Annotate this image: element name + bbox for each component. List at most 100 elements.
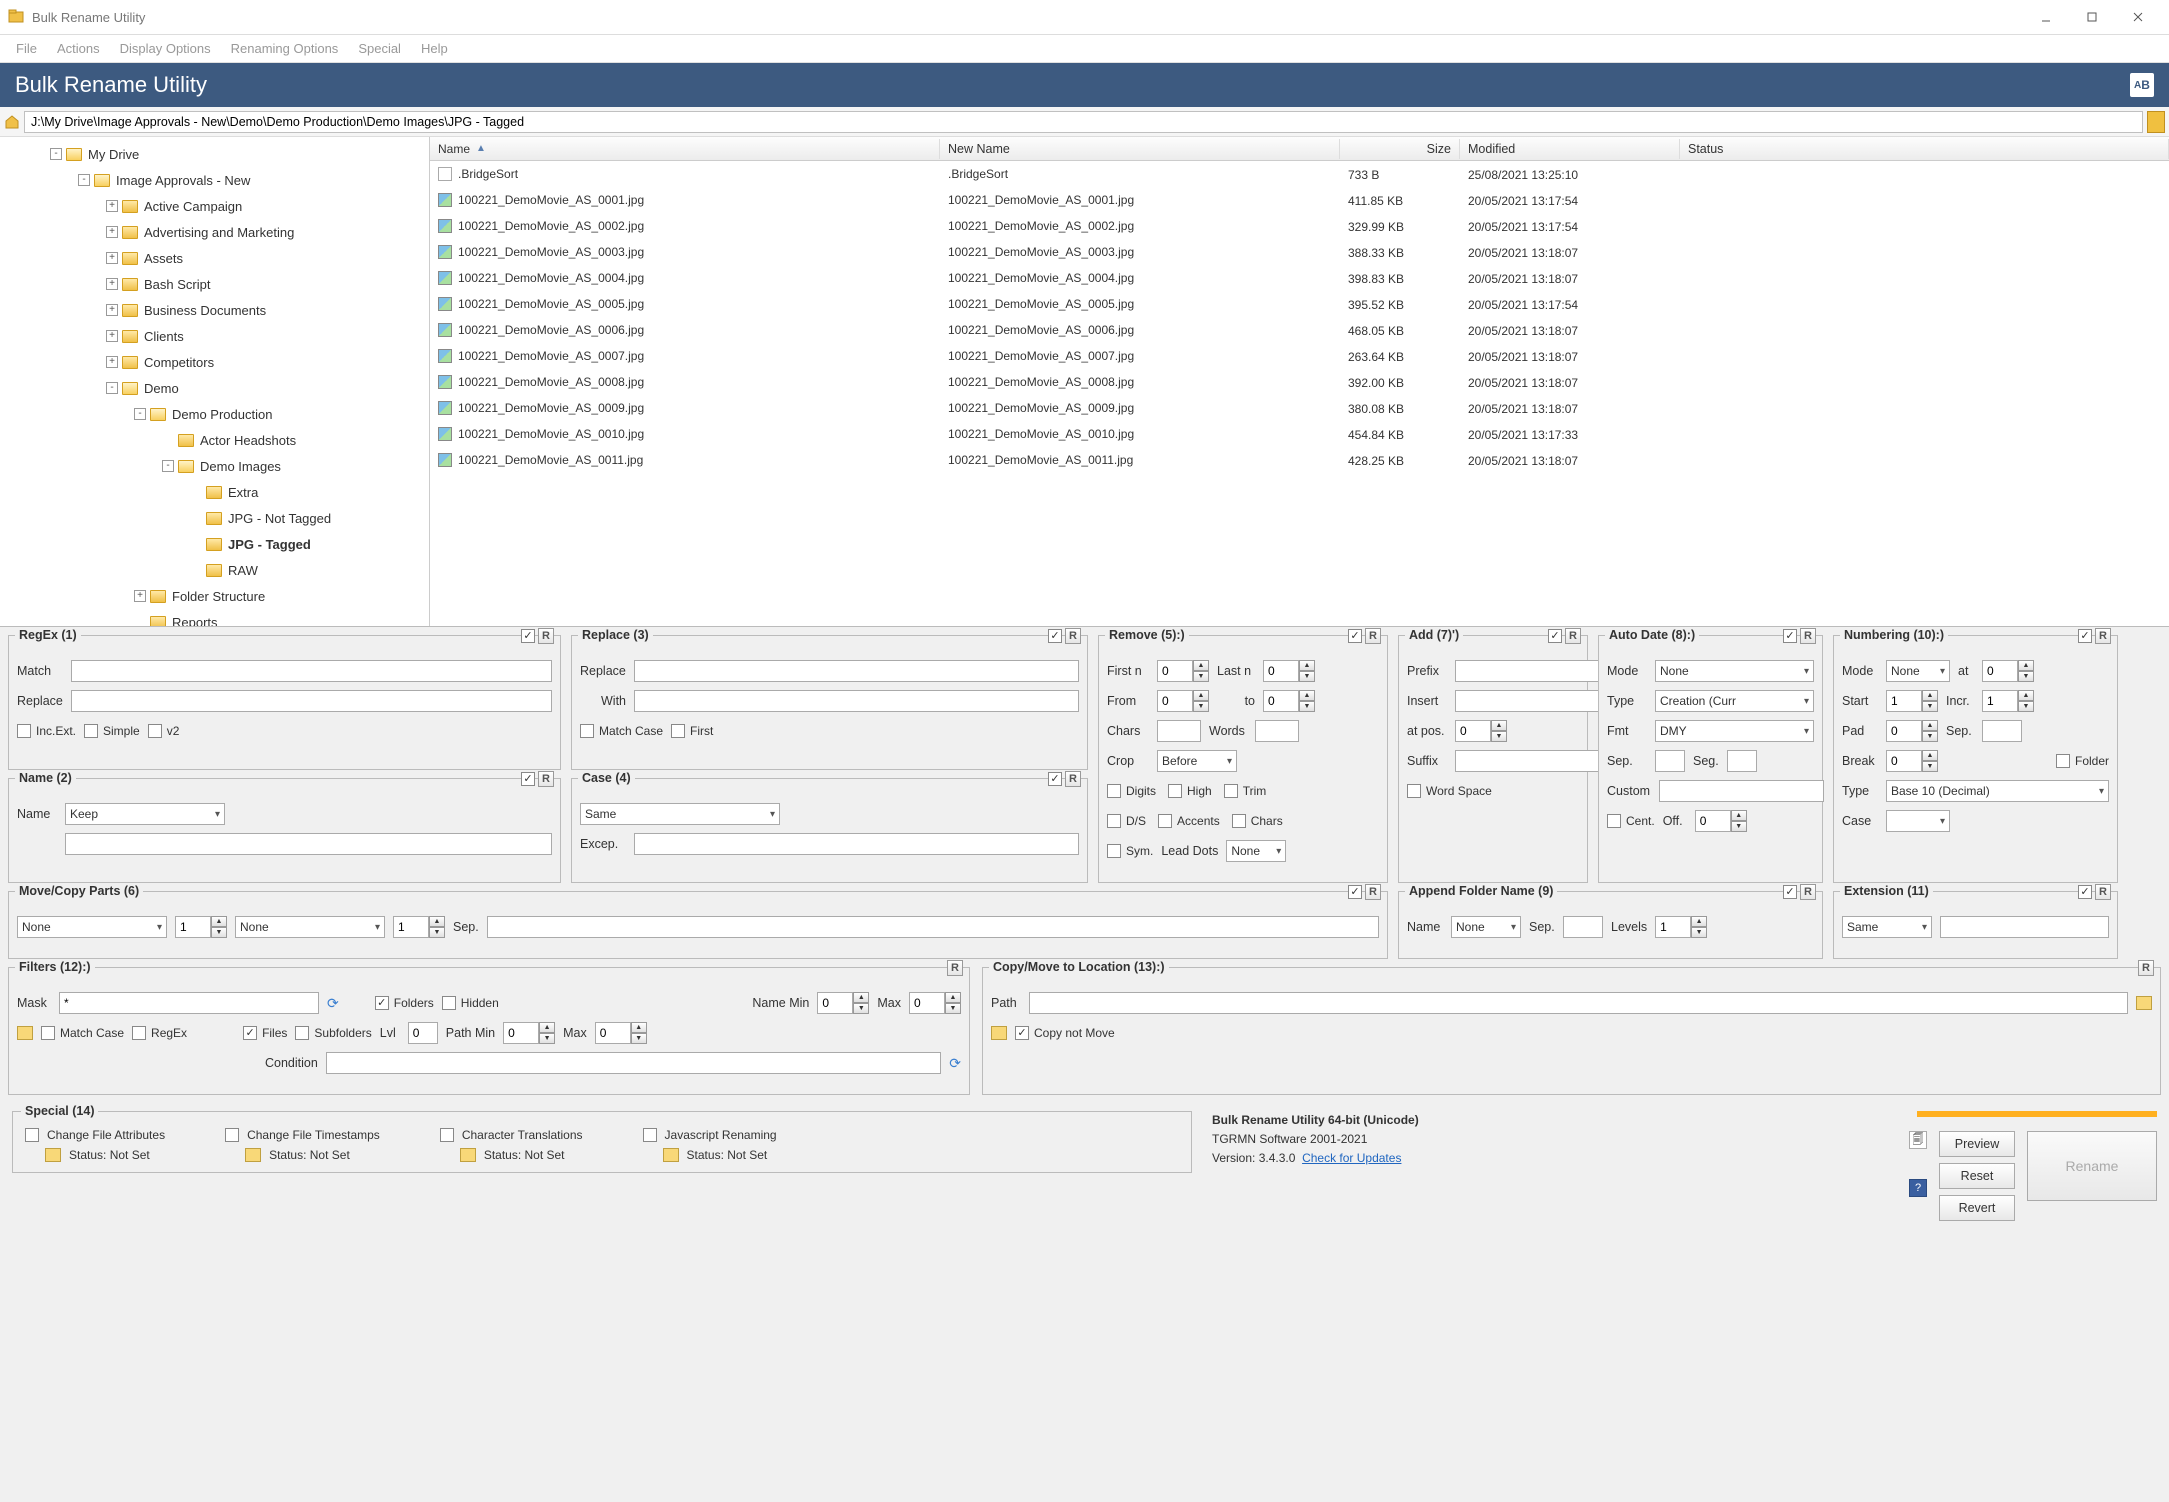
- numbering-reset-button[interactable]: R: [2095, 628, 2111, 644]
- tree-item[interactable]: +Active Campaign: [0, 193, 429, 219]
- help-icon[interactable]: ?: [1909, 1179, 1927, 1197]
- numbering-type-select[interactable]: Base 10 (Decimal): [1886, 780, 2109, 802]
- file-row[interactable]: 100221_DemoMovie_AS_0003.jpg100221_DemoM…: [430, 239, 2169, 265]
- tree-item[interactable]: JPG - Not Tagged: [0, 505, 429, 531]
- case-reset-button[interactable]: R: [1065, 771, 1081, 787]
- ext-mode-select[interactable]: Same: [1842, 916, 1932, 938]
- tree-toggle-icon[interactable]: +: [106, 278, 118, 290]
- name-enable-check[interactable]: [521, 772, 535, 786]
- add-prefix-input[interactable]: [1455, 660, 1620, 682]
- special-check[interactable]: [643, 1128, 657, 1142]
- numbering-case-select[interactable]: [1886, 810, 1950, 832]
- tree-toggle-icon[interactable]: -: [134, 408, 146, 420]
- file-row[interactable]: 100221_DemoMovie_AS_0009.jpg100221_DemoM…: [430, 395, 2169, 421]
- remove-firstn-input[interactable]: [1157, 660, 1193, 682]
- numbering-mode-select[interactable]: None: [1886, 660, 1950, 682]
- remove-to-input[interactable]: [1263, 690, 1299, 712]
- add-atpos-input[interactable]: [1455, 720, 1491, 742]
- special-check[interactable]: [25, 1128, 39, 1142]
- special-check[interactable]: [440, 1128, 454, 1142]
- name-mode-select[interactable]: Keep: [65, 803, 225, 825]
- tree-item[interactable]: -Demo Production: [0, 401, 429, 427]
- path-dropdown-button[interactable]: [2147, 111, 2165, 133]
- appfolder-sep-input[interactable]: [1563, 916, 1603, 938]
- file-row[interactable]: 100221_DemoMovie_AS_0010.jpg100221_DemoM…: [430, 421, 2169, 447]
- col-name-header[interactable]: Name▲: [430, 139, 940, 159]
- file-row[interactable]: 100221_DemoMovie_AS_0007.jpg100221_DemoM…: [430, 343, 2169, 369]
- case-excep-input[interactable]: [634, 833, 1079, 855]
- filters-mask-input[interactable]: [59, 992, 319, 1014]
- autodate-seg-input[interactable]: [1727, 750, 1757, 772]
- move-from-n[interactable]: [175, 916, 211, 938]
- remove-enable-check[interactable]: [1348, 629, 1362, 643]
- move-to-select[interactable]: None: [235, 916, 385, 938]
- appfolder-mode-select[interactable]: None: [1451, 916, 1521, 938]
- special-check[interactable]: [225, 1128, 239, 1142]
- filters-pathmin-input[interactable]: [503, 1022, 539, 1044]
- move-enable-check[interactable]: [1348, 885, 1362, 899]
- revert-button[interactable]: Revert: [1939, 1195, 2015, 1221]
- remove-sym-check[interactable]: [1107, 844, 1121, 858]
- copymove-reset-button[interactable]: R: [2138, 960, 2154, 976]
- close-button[interactable]: [2115, 2, 2161, 32]
- autodate-fmt-select[interactable]: DMY: [1655, 720, 1814, 742]
- col-status-header[interactable]: Status: [1680, 139, 2169, 159]
- move-sep-input[interactable]: [487, 916, 1379, 938]
- filters-regex-check[interactable]: [132, 1026, 146, 1040]
- replace-with-input[interactable]: [634, 690, 1079, 712]
- tree-item[interactable]: +Folder Structure: [0, 583, 429, 609]
- preview-button[interactable]: Preview: [1939, 1131, 2015, 1157]
- file-row[interactable]: 100221_DemoMovie_AS_0006.jpg100221_DemoM…: [430, 317, 2169, 343]
- tree-item[interactable]: +Competitors: [0, 349, 429, 375]
- tree-item[interactable]: -My Drive: [0, 141, 429, 167]
- tree-item[interactable]: +Advertising and Marketing: [0, 219, 429, 245]
- name-reset-button[interactable]: R: [538, 771, 554, 787]
- add-insert-input[interactable]: [1455, 690, 1620, 712]
- tree-toggle-icon[interactable]: -: [106, 382, 118, 394]
- remove-reset-button[interactable]: R: [1365, 628, 1381, 644]
- file-row[interactable]: 100221_DemoMovie_AS_0005.jpg100221_DemoM…: [430, 291, 2169, 317]
- replace-enable-check[interactable]: [1048, 629, 1062, 643]
- settings-icon[interactable]: [460, 1148, 476, 1162]
- filters-files-check[interactable]: [243, 1026, 257, 1040]
- col-newname-header[interactable]: New Name: [940, 139, 1340, 159]
- tree-toggle-icon[interactable]: +: [134, 590, 146, 602]
- tree-toggle-icon[interactable]: -: [50, 148, 62, 160]
- numbering-sep-input[interactable]: [1982, 720, 2022, 742]
- add-suffix-input[interactable]: [1455, 750, 1620, 772]
- remove-from-input[interactable]: [1157, 690, 1193, 712]
- replace-matchcase-check[interactable]: [580, 724, 594, 738]
- autodate-enable-check[interactable]: [1783, 629, 1797, 643]
- menu-display-options[interactable]: Display Options: [110, 37, 221, 60]
- tree-item[interactable]: Extra: [0, 479, 429, 505]
- numbering-incr-input[interactable]: [1982, 690, 2018, 712]
- regex-enable-check[interactable]: [521, 629, 535, 643]
- move-from-select[interactable]: None: [17, 916, 167, 938]
- menu-renaming-options[interactable]: Renaming Options: [221, 37, 349, 60]
- settings-icon[interactable]: [663, 1148, 679, 1162]
- filters-pathmax-input[interactable]: [595, 1022, 631, 1044]
- numbering-folder-check[interactable]: [2056, 754, 2070, 768]
- minimize-button[interactable]: [2023, 2, 2069, 32]
- tree-item[interactable]: -Demo: [0, 375, 429, 401]
- rename-button[interactable]: Rename: [2027, 1131, 2157, 1201]
- replace-first-check[interactable]: [671, 724, 685, 738]
- filters-hidden-check[interactable]: [442, 996, 456, 1010]
- menu-actions[interactable]: Actions: [47, 37, 110, 60]
- regex-match-input[interactable]: [71, 660, 552, 682]
- appfolder-reset-button[interactable]: R: [1800, 884, 1816, 900]
- filters-namemin-input[interactable]: [817, 992, 853, 1014]
- numbering-break-input[interactable]: [1886, 750, 1922, 772]
- mask-browse-icon[interactable]: [17, 1026, 33, 1040]
- appfolder-enable-check[interactable]: [1783, 885, 1797, 899]
- filters-folders-check[interactable]: [375, 996, 389, 1010]
- remove-high-check[interactable]: [1168, 784, 1182, 798]
- add-enable-check[interactable]: [1548, 629, 1562, 643]
- remove-chars-input[interactable]: [1157, 720, 1201, 742]
- tree-toggle-icon[interactable]: +: [106, 200, 118, 212]
- filters-reset-button[interactable]: R: [947, 960, 963, 976]
- filters-condition-input[interactable]: [326, 1052, 941, 1074]
- regex-incext-check[interactable]: [17, 724, 31, 738]
- remove-chars2-check[interactable]: [1232, 814, 1246, 828]
- replace-find-input[interactable]: [634, 660, 1079, 682]
